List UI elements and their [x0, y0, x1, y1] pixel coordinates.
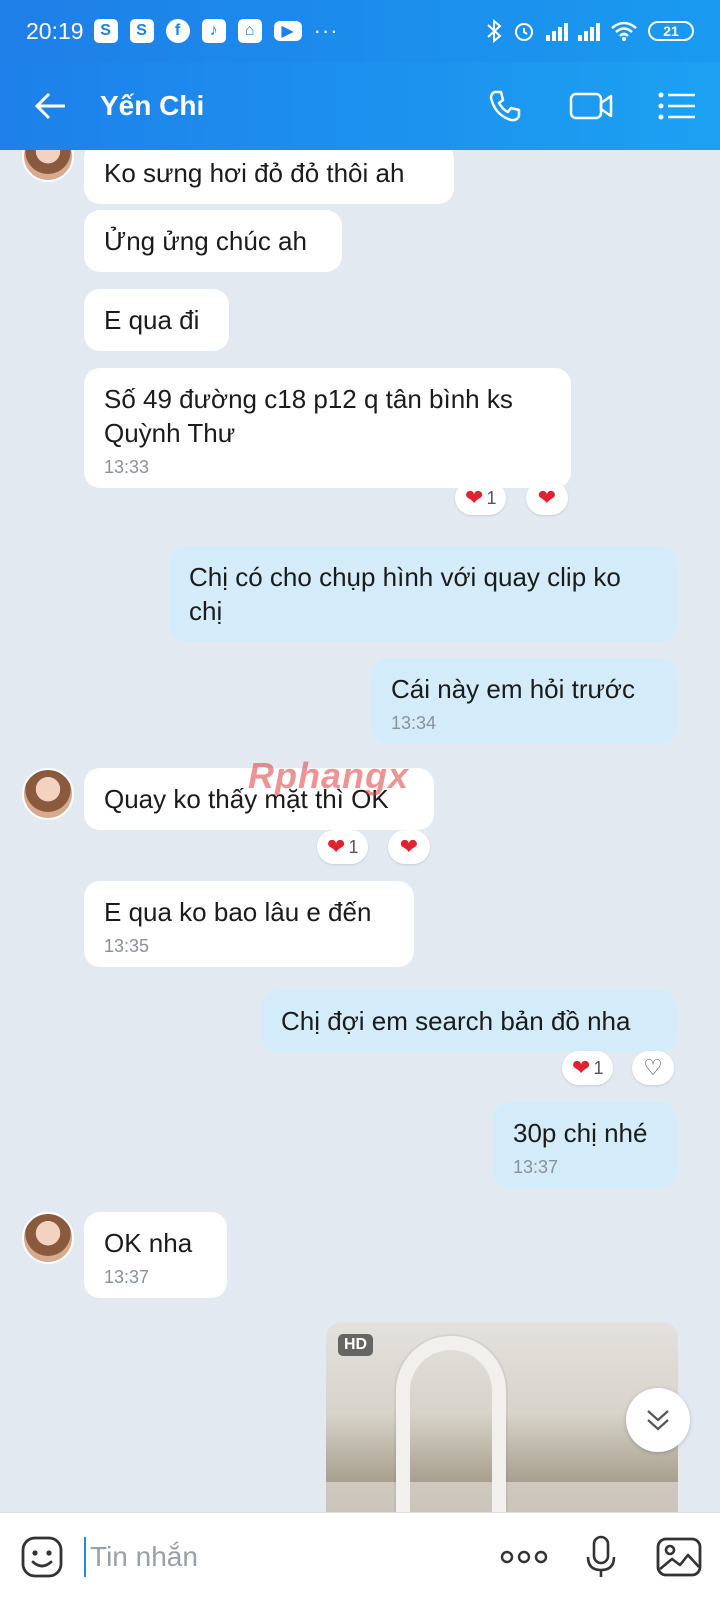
message-time: 13:34 — [391, 713, 437, 733]
heart-icon: ❤ — [572, 1055, 591, 1080]
message-text: 30p chị nhé — [513, 1118, 648, 1148]
image-icon — [656, 1537, 702, 1576]
scroll-to-bottom-button[interactable] — [626, 1388, 690, 1452]
video-call-button[interactable] — [548, 62, 634, 150]
message-text: Ửng ửng chúc ah — [104, 226, 307, 256]
chat-header: Yến Chi — [0, 62, 720, 150]
menu-button[interactable] — [634, 62, 720, 150]
heart-icon: ❤ — [327, 834, 346, 859]
call-button[interactable] — [462, 62, 548, 150]
home-app-icon: ⌂ — [237, 19, 262, 43]
message-incoming[interactable]: Ko sưng hơi đỏ đỏ thôi ah — [84, 150, 454, 204]
phone-icon — [489, 90, 521, 122]
react-button[interactable]: ♡ — [632, 1051, 674, 1085]
message-text: Số 49 đường c18 p12 q tân bình ks Quỳnh … — [104, 384, 513, 448]
more-icon — [500, 1550, 548, 1563]
message-text: Cái này em hỏi trước — [391, 674, 635, 704]
message-time: 13:35 — [104, 936, 150, 956]
reaction-summary[interactable]: ❤ 1 — [317, 830, 369, 864]
reaction-summary[interactable]: ❤ 1 — [455, 481, 507, 515]
message-incoming[interactable]: E qua đi — [84, 289, 229, 351]
watermark: Rphangx — [248, 755, 410, 796]
youtube-icon: ▶ — [273, 21, 302, 41]
message-outgoing[interactable]: Chị có cho chụp hình với quay clip ko ch… — [169, 546, 677, 642]
avatar[interactable] — [22, 768, 74, 820]
status-time: 20:19 — [26, 17, 84, 44]
message-incoming[interactable]: OK nha 13:37 — [84, 1212, 227, 1298]
message-outgoing[interactable]: Cái này em hỏi trước 13:34 — [371, 658, 677, 744]
message-time: 13:37 — [104, 1267, 150, 1287]
media-image — [396, 1336, 506, 1512]
message-incoming[interactable]: Số 49 đường c18 p12 q tân bình ks Quỳnh … — [84, 368, 571, 488]
react-button[interactable]: ❤ — [388, 830, 430, 864]
avatar[interactable] — [22, 150, 74, 182]
microphone-icon — [586, 1535, 616, 1577]
menu-icon — [658, 92, 695, 120]
heart-icon: ❤ — [399, 834, 419, 859]
heart-outline-icon: ♡ — [643, 1055, 663, 1080]
wifi-icon — [611, 21, 637, 41]
message-text: Chị đợi em search bản đồ nha — [281, 1006, 631, 1036]
reaction-count: 1 — [593, 1057, 604, 1078]
back-arrow-icon — [34, 92, 65, 120]
status-bar: 20:19 S S f ♪ ⌂ ▶ ··· 21 — [0, 0, 720, 62]
tiktok-icon: ♪ — [201, 19, 226, 43]
voice-message-button[interactable] — [564, 1513, 638, 1600]
notification-icons: S S f ♪ ⌂ ▶ ··· — [93, 18, 339, 44]
message-time: 13:37 — [513, 1157, 559, 1177]
shopee-icon: S — [129, 19, 154, 43]
message-input[interactable] — [84, 1536, 484, 1577]
bluetooth-icon — [487, 19, 502, 43]
reaction-summary[interactable]: ❤ 1 — [562, 1051, 614, 1085]
react-button[interactable]: ❤ — [526, 481, 568, 515]
sticker-icon — [21, 1536, 63, 1577]
shopee-icon: S — [93, 19, 118, 43]
message-text: E qua ko bao lâu e đến — [104, 897, 372, 927]
message-list[interactable]: Ko sưng hơi đỏ đỏ thôi ah Ửng ửng chúc a… — [0, 150, 720, 1512]
back-button[interactable] — [0, 62, 100, 150]
message-text: OK nha — [104, 1228, 193, 1258]
message-text: E qua đi — [104, 305, 200, 335]
message-outgoing[interactable]: Chị đợi em search bản đồ nha — [261, 990, 677, 1052]
message-text: Ko sưng hơi đỏ đỏ thôi ah — [104, 158, 405, 188]
sticker-button[interactable] — [0, 1513, 84, 1600]
input-bar — [0, 1512, 720, 1600]
reaction-count: 1 — [486, 487, 497, 508]
heart-icon: ❤ — [465, 485, 484, 510]
reaction-count: 1 — [348, 836, 359, 857]
hd-badge: HD — [338, 1334, 374, 1356]
heart-icon: ❤ — [537, 485, 557, 510]
message-time: 13:33 — [104, 457, 150, 477]
message-text: Chị có cho chụp hình với quay clip ko ch… — [189, 562, 621, 626]
facebook-icon: f — [165, 19, 190, 43]
more-notifications-icon: ··· — [313, 18, 339, 43]
message-incoming[interactable]: Ửng ửng chúc ah — [84, 210, 342, 272]
video-call-icon — [569, 92, 613, 120]
avatar[interactable] — [22, 1212, 74, 1264]
message-outgoing[interactable]: 30p chị nhé 13:37 — [493, 1102, 677, 1188]
contact-name[interactable]: Yến Chi — [100, 90, 204, 122]
battery-icon: 21 — [648, 21, 694, 41]
more-button[interactable] — [484, 1513, 564, 1600]
alarm-icon — [515, 23, 533, 41]
signal-icon — [578, 21, 600, 41]
chevron-down-icon — [647, 1410, 669, 1431]
message-incoming[interactable]: E qua ko bao lâu e đến 13:35 — [84, 881, 414, 967]
gallery-button[interactable] — [638, 1513, 720, 1600]
signal-icon — [546, 21, 568, 41]
